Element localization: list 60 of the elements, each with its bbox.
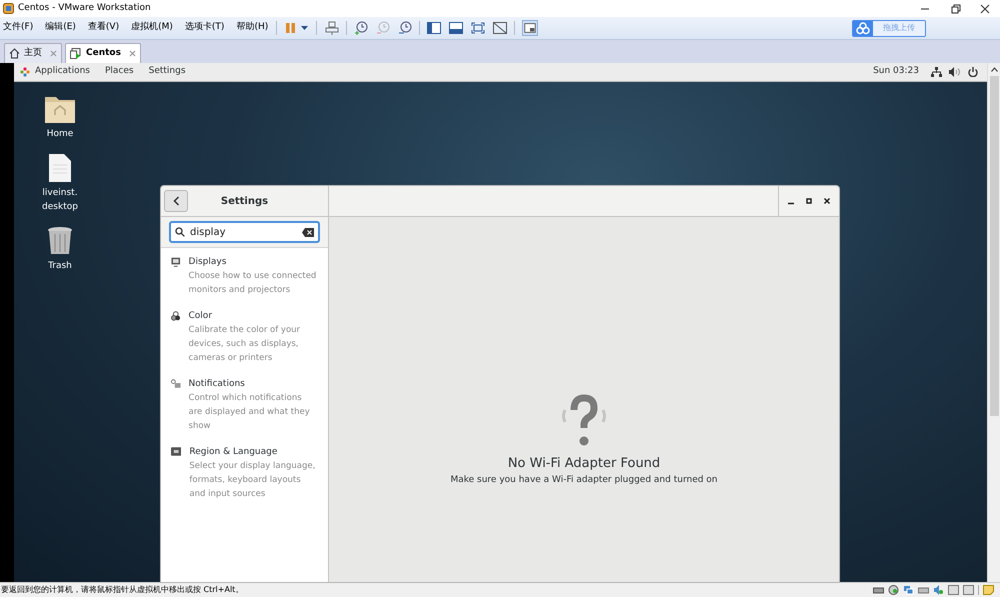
disc-icon[interactable]	[888, 585, 899, 595]
menu-item[interactable]: 文件(F)	[3, 21, 34, 35]
result-description: Calibrate the color of your devices, such as displays, cameras or printers	[188, 324, 302, 365]
speaker-icon[interactable]	[933, 585, 944, 595]
document-icon	[48, 153, 72, 183]
search-icon	[175, 227, 185, 237]
window-icon[interactable]	[948, 585, 959, 595]
sidebar-icon[interactable]	[427, 22, 442, 34]
menu-item[interactable]: 帮助(H)	[236, 21, 268, 35]
status-text: 要返回到您的计算机，请将鼠标指针从虚拟机中移出或按 Ctrl+Alt。	[1, 584, 244, 596]
volume-icon[interactable]	[949, 67, 960, 77]
empty-state-subtitle: Make sure you have a Wi-Fi adapter plugged and turned on	[450, 474, 718, 486]
clear-icon[interactable]	[302, 228, 314, 236]
top-bar-menu[interactable]: Applications	[35, 65, 90, 79]
gnome-foot-icon	[20, 67, 30, 77]
desktop-icon-label[interactable]: liveinst. desktop	[42, 186, 78, 214]
result-description: Select your display language, formats, keyboard layouts and input sources	[189, 460, 316, 501]
result-title[interactable]: Displays	[188, 255, 318, 269]
result-title[interactable]: Region & Language	[189, 445, 318, 459]
tab[interactable]: Centos	[65, 43, 141, 63]
desktop-icon-label[interactable]: Home	[46, 127, 74, 141]
scrollbar-thumb[interactable]	[990, 76, 998, 416]
tab[interactable]: 主页	[4, 43, 62, 63]
window-icon[interactable]	[963, 585, 974, 595]
menu-item[interactable]: 编辑(E)	[45, 21, 76, 35]
view-icon[interactable]	[522, 20, 538, 36]
top-bar-menu[interactable]: Places	[104, 65, 134, 79]
result-title[interactable]: Color	[188, 309, 318, 323]
trash-icon	[46, 226, 74, 256]
result-description: Control which notifications are displayed and what they show	[188, 392, 311, 433]
vm-icon	[70, 48, 82, 59]
folder-icon	[44, 94, 76, 124]
clock-text[interactable]: Sun 03:23	[873, 65, 919, 79]
desktop-icon-label[interactable]: Trash	[48, 259, 72, 273]
clock-icon[interactable]	[398, 21, 412, 35]
menu-item[interactable]: 虚拟机(M)	[131, 21, 173, 35]
back-icon	[172, 196, 180, 206]
clock-icon[interactable]	[354, 21, 368, 35]
menu-item[interactable]: 查看(V)	[88, 21, 120, 35]
power-icon[interactable]	[968, 67, 978, 77]
home-icon	[9, 48, 20, 59]
settings-title: Settings	[220, 194, 270, 208]
app-icon	[3, 3, 14, 14]
fullscreen-icon[interactable]	[471, 22, 486, 34]
search-field[interactable]: display	[169, 221, 320, 243]
result-description: Choose how to use connected monitors and projectors	[188, 270, 318, 297]
result-title[interactable]: Notifications	[188, 377, 318, 391]
top-bar-menu[interactable]: Settings	[148, 65, 186, 79]
close-icon[interactable]	[823, 197, 831, 205]
back-button[interactable]	[164, 190, 188, 212]
maximize-icon[interactable]	[805, 197, 813, 205]
monitor-icon	[171, 257, 181, 267]
note-icon[interactable]	[983, 585, 994, 595]
empty-state-title: No Wi-Fi Adapter Found	[508, 455, 660, 473]
panel-icon[interactable]	[449, 22, 464, 34]
scroll-up-icon[interactable]	[990, 67, 998, 72]
color-icon	[171, 311, 181, 321]
caret-icon[interactable]	[301, 26, 308, 30]
menu-item[interactable]: 选项卡(T)	[184, 21, 224, 35]
window-title: Centos - VMware Workstation	[18, 2, 151, 15]
